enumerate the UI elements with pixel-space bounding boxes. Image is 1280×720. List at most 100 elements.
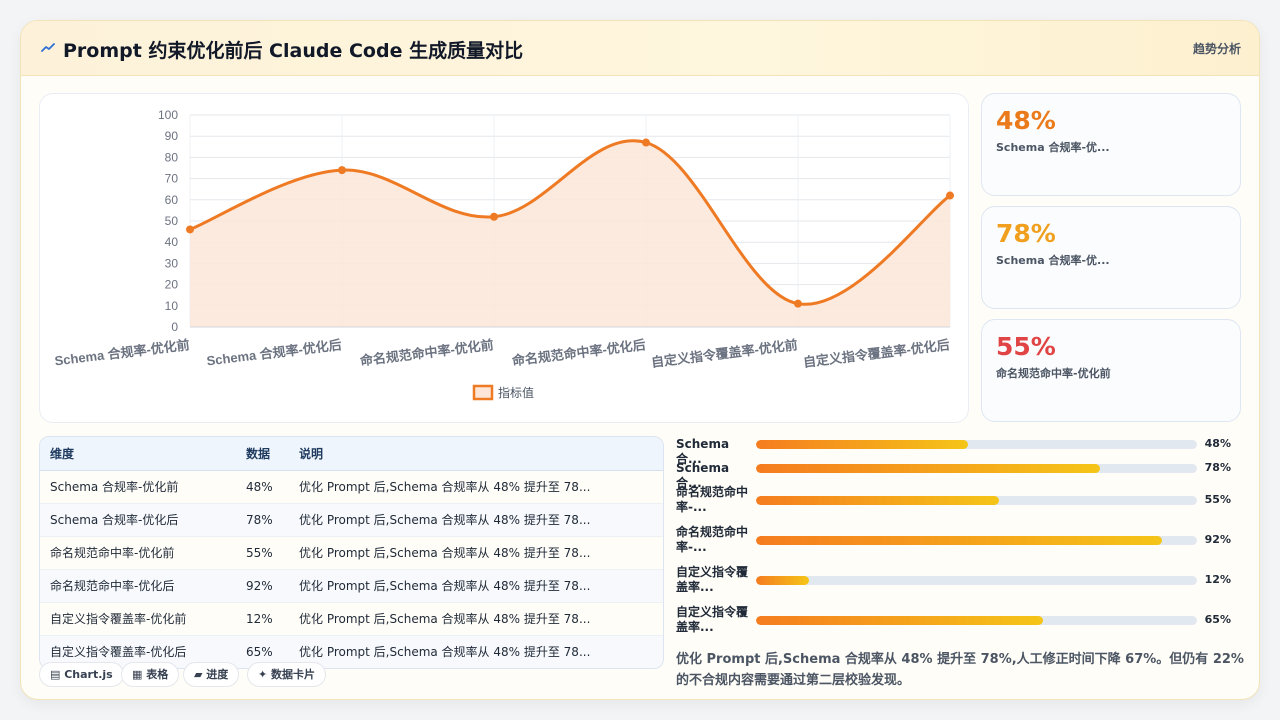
progress-percent: 12% (1204, 573, 1231, 586)
area-chart: 0 10 20 30 40 50 60 70 80 90 100 Schema 合规率-优化前 Sche… (54, 108, 954, 401)
progress-row: 命名规范命中率-... 55% (676, 484, 1246, 520)
progress-fill (756, 576, 809, 585)
kpi-value: 55% (996, 332, 1056, 361)
cell-note: 优化 Prompt 后,Schema 合规率从 48% 提升至 78... (299, 645, 591, 659)
kpi-label: Schema 合规率-优... (996, 141, 1110, 154)
table-header-row: 维度 数据 说明 (40, 437, 663, 471)
trend-analysis-tag[interactable]: 趋势分析 (1193, 40, 1241, 57)
cell-note: 优化 Prompt 后,Schema 合规率从 48% 提升至 78... (299, 480, 591, 494)
summary-text: 优化 Prompt 后,Schema 合规率从 48% 提升至 78%,人工修正… (676, 652, 1244, 688)
x-tick-label: 命名规范命中率-优化后 (510, 337, 646, 368)
column-header-data[interactable]: 数据 (236, 437, 289, 471)
legend-swatch (472, 384, 494, 401)
kpi-label: Schema 合规率-优... (996, 254, 1110, 267)
progress-percent: 78% (1204, 461, 1231, 474)
table-row[interactable]: Schema 合规率-优化后 78% 优化 Prompt 后,Schema 合规… (40, 503, 663, 536)
chip-table[interactable]: ▦ 表格 (121, 662, 180, 687)
y-tick-label: 80 (165, 150, 179, 164)
data-point (794, 299, 802, 308)
data-point (186, 225, 194, 234)
progress-label: 命名规范命中率-... (676, 525, 749, 554)
cell-note: 优化 Prompt 后,Schema 合规率从 48% 提升至 78... (299, 546, 591, 560)
y-tick-label: 10 (165, 299, 179, 313)
column-header-note[interactable]: 说明 (289, 437, 663, 471)
y-tick-label: 50 (165, 214, 179, 228)
cell-note: 优化 Prompt 后,Schema 合规率从 48% 提升至 78... (299, 612, 591, 626)
progress-fill (756, 440, 968, 449)
y-tick-label: 30 (165, 256, 179, 270)
chip-progress[interactable]: ▰ 进度 (183, 662, 240, 687)
progress-percent: 48% (1204, 437, 1231, 450)
progress-track (756, 496, 1197, 505)
cell-data: 92% (246, 578, 273, 593)
progress-row: 命名规范命中率-... 92% (676, 524, 1246, 560)
kpi-value: 78% (996, 219, 1056, 248)
cell-dimension: 自定义指令覆盖率-优化前 (50, 612, 187, 626)
y-tick-label: 40 (165, 235, 179, 249)
cell-data: 78% (246, 512, 273, 527)
data-point (642, 138, 650, 147)
table-row[interactable]: 命名规范命中率-优化前 55% 优化 Prompt 后,Schema 合规率从 … (40, 536, 663, 569)
x-tick-label: 自定义指令覆盖率-优化前 (650, 337, 798, 370)
chip-data-cards[interactable]: ✦ 数据卡片 (247, 662, 327, 687)
data-point (946, 191, 954, 200)
progress-fill (756, 616, 1043, 625)
progress-track (756, 616, 1197, 625)
progress-row: 自定义指令覆盖率... 12% (676, 564, 1246, 600)
progress-percent: 92% (1204, 533, 1231, 546)
kpi-value: 48% (996, 106, 1056, 135)
cell-dimension: Schema 合规率-优化后 (50, 513, 179, 527)
cell-dimension: 命名规范命中率-优化后 (50, 579, 175, 593)
cell-note: 优化 Prompt 后,Schema 合规率从 48% 提升至 78... (299, 513, 591, 527)
cell-data: 48% (246, 479, 273, 494)
progress-track (756, 464, 1197, 473)
x-tick-label: 命名规范命中率-优化前 (358, 337, 494, 368)
progress-row: 自定义指令覆盖率... 65% (676, 604, 1246, 640)
progress-fill (756, 536, 1162, 545)
trend-line-icon (41, 43, 55, 52)
cell-data: 55% (246, 545, 273, 560)
table-row[interactable]: 自定义指令覆盖率-优化前 12% 优化 Prompt 后,Schema 合规率从… (40, 602, 663, 635)
cell-dimension: Schema 合规率-优化前 (50, 480, 179, 494)
x-tick-label: Schema 合规率-优化前 (54, 337, 191, 368)
legend-label: 指标值 (498, 385, 534, 400)
column-header-dimension[interactable]: 维度 (40, 437, 236, 471)
progress-track (756, 576, 1197, 585)
data-point (490, 212, 498, 221)
y-tick-label: 20 (165, 278, 179, 292)
kpi-card: 48% Schema 合规率-优... (981, 93, 1241, 196)
progress-fill (756, 496, 999, 505)
dashboard-card: Prompt 约束优化前后 Claude Code 生成质量对比 趋势分析 0 1… (20, 20, 1260, 700)
progress-label: 命名规范命中率-... (676, 485, 749, 514)
page-title: Prompt 约束优化前后 Claude Code 生成质量对比 (63, 40, 524, 62)
table-row[interactable]: 命名规范命中率-优化后 92% 优化 Prompt 后,Schema 合规率从 … (40, 569, 663, 602)
progress-track (756, 440, 1197, 449)
progress-fill (756, 464, 1100, 473)
cell-data: 12% (246, 611, 273, 626)
data-table-panel: 维度 数据 说明 Schema 合规率-优化前 48% 优化 Prompt 后,… (39, 436, 664, 669)
y-tick-label: 100 (158, 108, 178, 122)
progress-label: 自定义指令覆盖率... (676, 565, 749, 594)
progress-label: 自定义指令覆盖率... (676, 605, 749, 634)
y-tick-label: 60 (165, 193, 179, 207)
table-row[interactable]: Schema 合规率-优化前 48% 优化 Prompt 后,Schema 合规… (40, 470, 663, 503)
kpi-card: 55% 命名规范命中率-优化前 (981, 319, 1241, 422)
y-tick-label: 70 (165, 172, 179, 186)
chart-panel: 0 10 20 30 40 50 60 70 80 90 100 Schema 合规率-优化前 Sche… (39, 93, 969, 423)
y-tick-label: 90 (165, 129, 179, 143)
cell-dimension: 命名规范命中率-优化前 (50, 546, 175, 560)
cell-note: 优化 Prompt 后,Schema 合规率从 48% 提升至 78... (299, 579, 591, 593)
kpi-card: 78% Schema 合规率-优... (981, 206, 1241, 309)
x-tick-label: 自定义指令覆盖率-优化后 (802, 337, 950, 370)
y-tick-label: 0 (171, 320, 178, 334)
progress-percent: 55% (1204, 493, 1231, 506)
x-tick-label: Schema 合规率-优化后 (206, 337, 343, 368)
progress-percent: 65% (1204, 613, 1231, 626)
series-area (190, 140, 950, 327)
chip-chartjs[interactable]: ▤ Chart.js (39, 662, 124, 687)
progress-track (756, 536, 1197, 545)
data-point (338, 166, 346, 175)
data-table: 维度 数据 说明 Schema 合规率-优化前 48% 优化 Prompt 后,… (40, 437, 663, 668)
header-bar: Prompt 约束优化前后 Claude Code 生成质量对比 趋势分析 (21, 21, 1259, 76)
kpi-label: 命名规范命中率-优化前 (996, 367, 1111, 380)
